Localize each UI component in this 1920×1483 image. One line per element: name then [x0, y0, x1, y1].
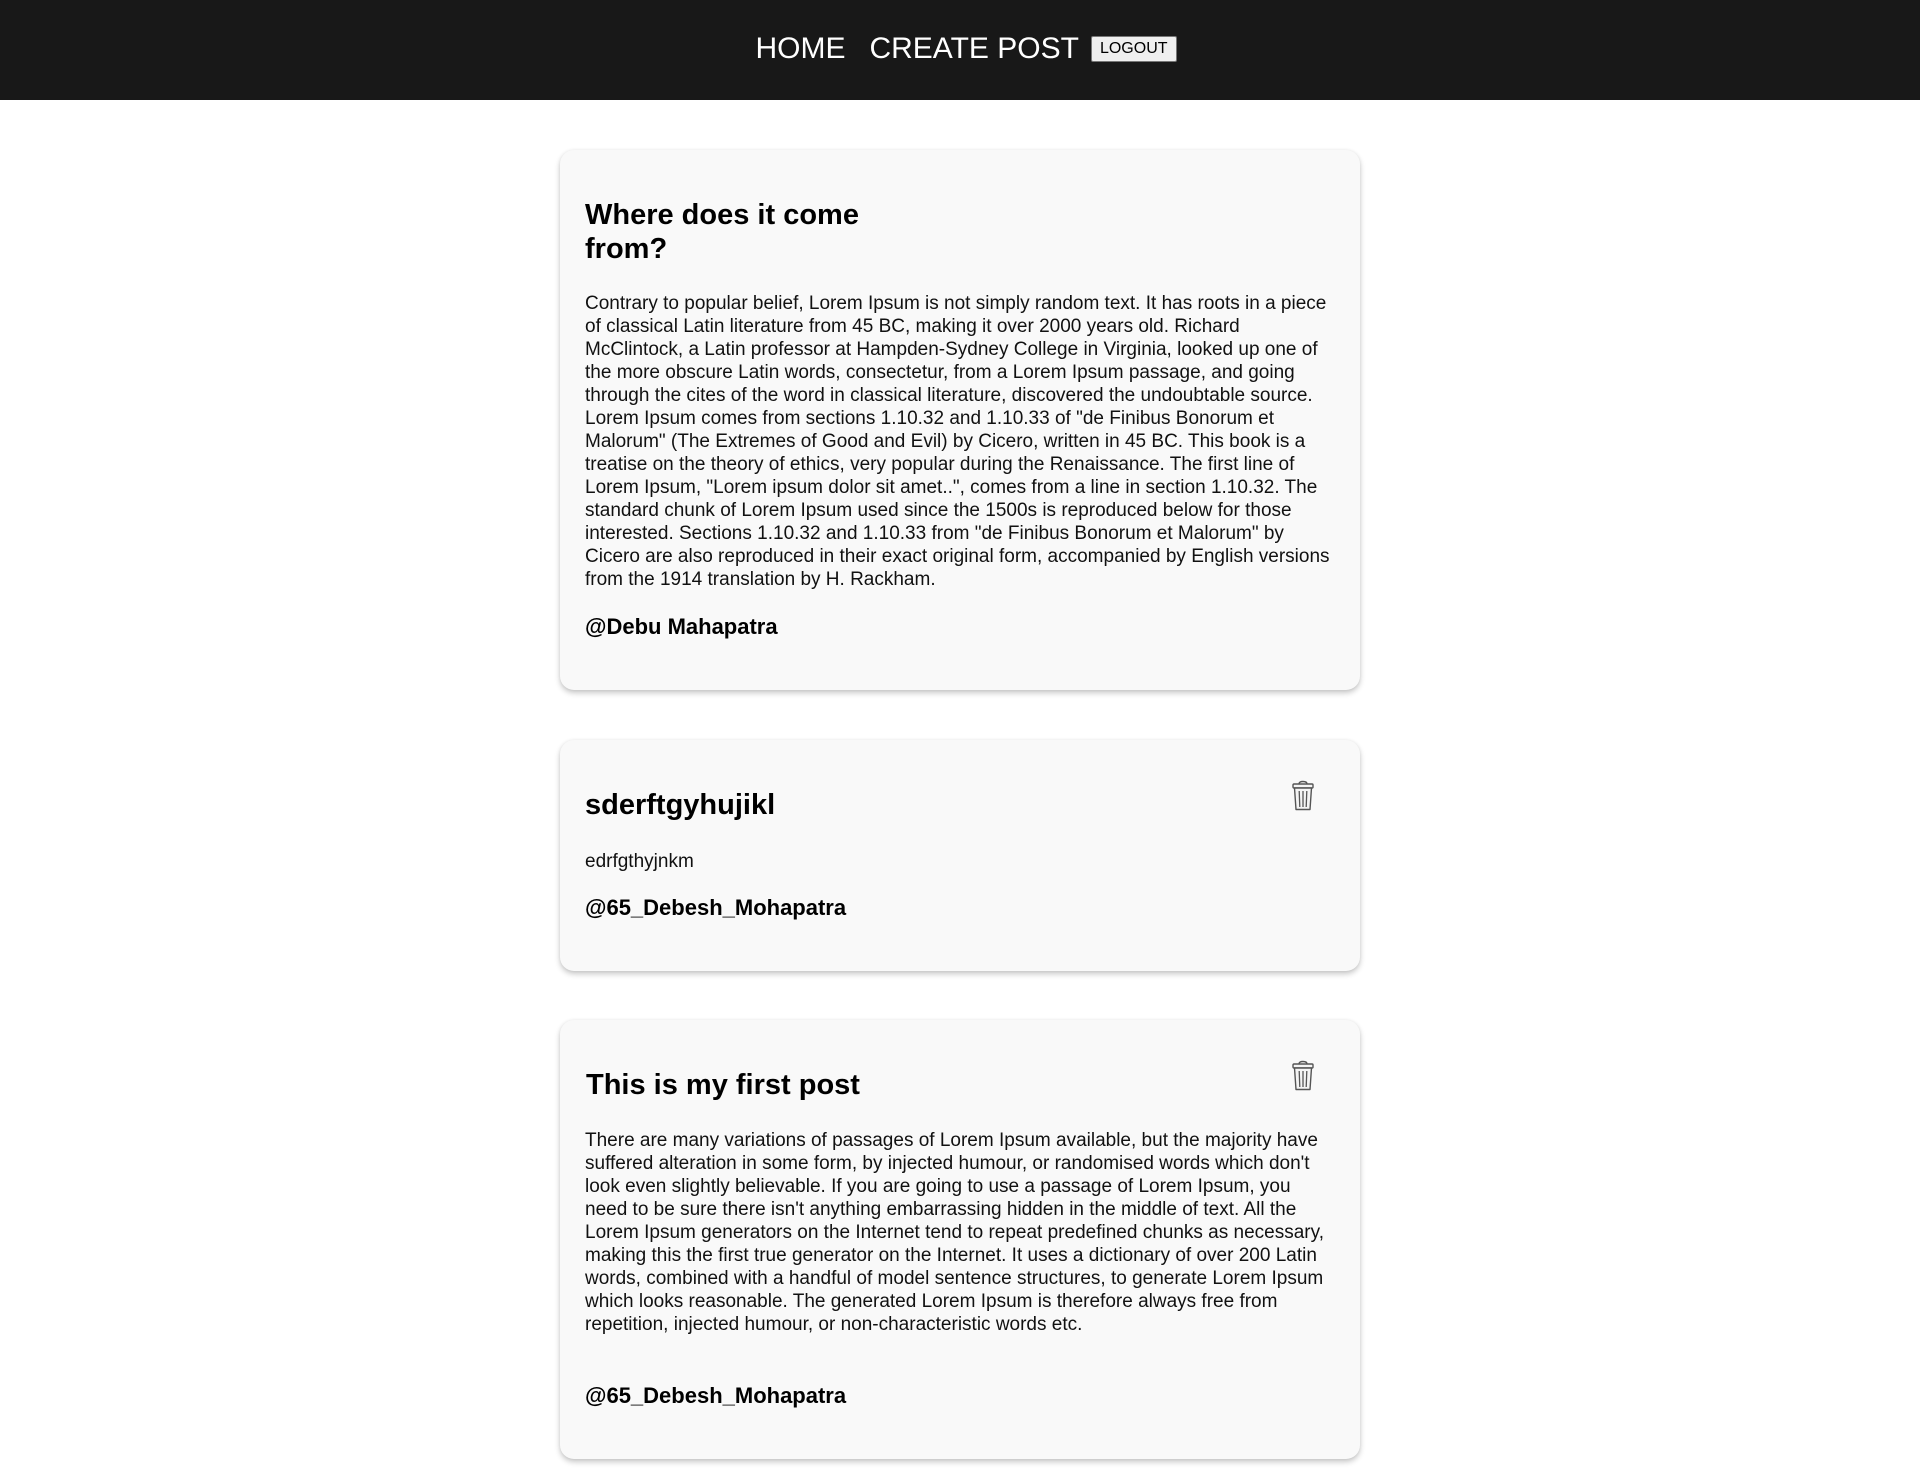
delete-post-button[interactable] [1288, 1058, 1318, 1092]
logout-button[interactable]: LOGOUT [1090, 36, 1177, 62]
post-text: There are many variations of passages of… [585, 1130, 1324, 1335]
nav-create-post-link[interactable]: CREATE POST [869, 34, 1078, 64]
post-card: sderftgyhujikl edrfgthyjnkm @65_Debesh_M… [560, 740, 1360, 971]
post-author: @Debu Mahapatra [585, 614, 778, 639]
navbar: HOME CREATE POST LOGOUT [0, 0, 1920, 100]
post-title: sderftgyhujikl [585, 789, 776, 821]
post-text: Contrary to popular belief, Lorem Ipsum … [585, 293, 1330, 590]
post-card: Where does it come from? Contrary to pop… [560, 150, 1360, 690]
trash-icon [1292, 780, 1314, 810]
post-title: This is my first post [586, 1069, 860, 1101]
post-card: This is my first post There are many var… [560, 1020, 1360, 1459]
trash-icon [1292, 1060, 1314, 1090]
post-author: @65_Debesh_Mohapatra [585, 895, 847, 920]
post-text: edrfgthyjnkm [585, 851, 694, 872]
nav-home-link[interactable]: HOME [755, 34, 845, 64]
post-author: @65_Debesh_Mohapatra [585, 1383, 847, 1408]
post-title: Where does it come from? [585, 199, 859, 265]
delete-post-button[interactable] [1288, 778, 1318, 812]
